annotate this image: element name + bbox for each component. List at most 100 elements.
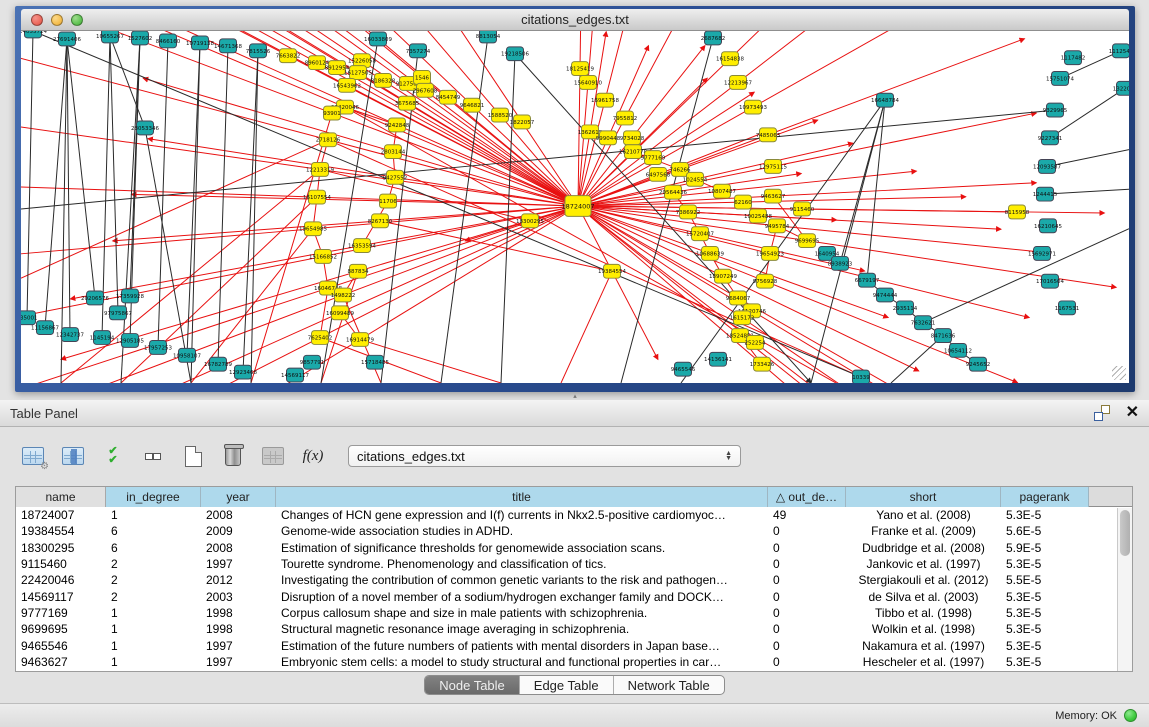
table-cell-pagerank[interactable]: 5.9E-5 (1001, 541, 1089, 555)
graph-node-yellow[interactable]: 7625402 (308, 331, 332, 345)
column-header-year[interactable]: year (201, 487, 276, 507)
table-cell-title[interactable]: Structural magnetic resonance image aver… (276, 622, 768, 636)
graph-node-teal[interactable]: 14136141 (704, 352, 732, 366)
table-cell-name[interactable]: 9699695 (16, 622, 106, 636)
table-cell-title[interactable]: Embryonic stem cells: a model to study s… (276, 655, 768, 669)
table-cell-year[interactable]: 1997 (201, 639, 276, 653)
table-cell-year[interactable]: 1998 (201, 622, 276, 636)
scrollbar-thumb[interactable] (1120, 510, 1130, 556)
graph-node-teal[interactable]: 10339 (852, 370, 870, 383)
graph-node-teal[interactable]: 7357274 (406, 44, 431, 58)
graph-node-teal[interactable]: 8471636 (931, 329, 956, 343)
graph-node-yellow[interactable]: 9463627 (761, 189, 785, 203)
graph-node-yellow[interactable]: 7955812 (613, 111, 637, 125)
tab-network-table[interactable]: Network Table (614, 676, 724, 694)
table-cell-in_degree[interactable]: 1 (106, 606, 201, 620)
table-cell-title[interactable]: Changes of HCN gene expression and I(f) … (276, 508, 768, 522)
table-cell-year[interactable]: 2012 (201, 573, 276, 587)
graph-node-teal[interactable]: 835001 (21, 311, 37, 325)
table-cell-name[interactable]: 19384554 (16, 524, 106, 538)
graph-node-teal[interactable]: 10719138 (186, 36, 214, 50)
vertical-scrollbar[interactable] (1117, 508, 1132, 672)
graph-node-teal[interactable]: 2935114 (893, 301, 918, 315)
table-cell-out_de[interactable]: 0 (768, 639, 846, 653)
graph-node-yellow[interactable]: 8267130 (368, 214, 393, 228)
graph-node-teal[interactable]: 20206576 (81, 291, 109, 305)
graph-node-yellow[interactable]: 12975115 (759, 160, 787, 174)
graph-node-yellow[interactable]: 7485063 (756, 128, 781, 142)
table-cell-short[interactable]: Yano et al. (2008) (846, 508, 1001, 522)
graph-node-yellow[interactable]: 3675685 (395, 96, 419, 110)
table-cell-in_degree[interactable]: 2 (106, 573, 201, 587)
select-all-icon[interactable]: ✔✔ (100, 443, 126, 469)
graph-node-teal[interactable]: 9245652 (966, 357, 990, 371)
column-header-short[interactable]: short (846, 487, 1001, 507)
table-row[interactable]: 1938455462009Genome-wide association stu… (16, 523, 1132, 539)
table-selector-dropdown[interactable]: citations_edges.txt ▲▼ (348, 445, 741, 467)
table-cell-in_degree[interactable]: 2 (106, 590, 201, 604)
table-cell-in_degree[interactable]: 1 (106, 508, 201, 522)
graph-node-yellow[interactable]: 16154838 (716, 52, 744, 66)
graph-node-teal[interactable]: 97975867 (104, 306, 132, 320)
graph-node-teal[interactable]: 27691406 (53, 32, 81, 46)
table-cell-name[interactable]: 9777169 (16, 606, 106, 620)
table-cell-title[interactable]: Estimation of the future numbers of pati… (276, 639, 768, 653)
function-builder-icon[interactable]: f(x) (300, 443, 326, 469)
graph-node-yellow[interactable]: 19384554 (598, 264, 626, 278)
table-cell-name[interactable]: 9115460 (16, 557, 106, 571)
column-header-pagerank[interactable]: pagerank (1001, 487, 1089, 507)
graph-node-teal[interactable]: 12093587 (1033, 160, 1061, 174)
table-row[interactable]: 1830029562008Estimation of significance … (16, 540, 1132, 556)
table-cell-name[interactable]: 22420046 (16, 573, 106, 587)
graph-node-teal[interactable]: 6679197 (855, 273, 879, 287)
table-cell-title[interactable]: Tourette syndrome. Phenomenology and cla… (276, 557, 768, 571)
graph-node-yellow[interactable]: 887834 (348, 264, 369, 278)
graph-node-yellow[interactable]: 12213967 (724, 75, 752, 89)
graph-node-yellow[interactable]: 1733426 (750, 357, 775, 371)
graph-node-yellow[interactable]: 16107554 (303, 190, 331, 204)
table-cell-in_degree[interactable]: 1 (106, 622, 201, 636)
table-cell-pagerank[interactable]: 5.3E-5 (1001, 606, 1089, 620)
graph-node-teal[interactable]: 7815526 (246, 44, 271, 58)
graph-node-teal[interactable]: 9329965 (1043, 103, 1067, 117)
graph-node-yellow[interactable]: 252254 (745, 336, 766, 350)
graph-node-teal[interactable]: 14055724 (21, 31, 47, 38)
table-cell-out_de[interactable]: 49 (768, 508, 846, 522)
table-cell-pagerank[interactable]: 5.3E-5 (1001, 655, 1089, 669)
graph-node-teal[interactable]: 1527602 (128, 31, 152, 45)
graph-node-teal[interactable]: 2687682 (701, 31, 725, 45)
table-row[interactable]: 946362711997Embryonic stem cells: a mode… (16, 654, 1132, 670)
table-cell-name[interactable]: 18300295 (16, 541, 106, 555)
table-cell-year[interactable]: 2009 (201, 524, 276, 538)
graph-node-teal[interactable]: 17957253 (144, 340, 172, 354)
table-cell-out_de[interactable]: 0 (768, 606, 846, 620)
column-header-name[interactable]: name (16, 487, 106, 507)
hub-node[interactable]: 18724007 (561, 196, 594, 217)
table-cell-in_degree[interactable]: 6 (106, 541, 201, 555)
graph-node-yellow[interactable]: 8186328 (371, 74, 396, 88)
table-cell-pagerank[interactable]: 5.3E-5 (1001, 639, 1089, 653)
graph-node-yellow[interactable]: 2803144 (381, 145, 406, 159)
graph-node-yellow[interactable]: 1822057 (510, 115, 534, 129)
table-cell-year[interactable]: 2008 (201, 508, 276, 522)
table-row[interactable]: 977716911998Corpus callosum shape and si… (16, 605, 1132, 621)
table-cell-year[interactable]: 1998 (201, 606, 276, 620)
graph-node-teal[interactable]: 9857791 (300, 355, 324, 369)
table-cell-out_de[interactable]: 0 (768, 590, 846, 604)
table-row[interactable]: 2242004622012Investigating the contribut… (16, 572, 1132, 588)
graph-node-teal[interactable]: 8938923 (828, 256, 853, 270)
table-cell-out_de[interactable]: 0 (768, 573, 846, 587)
graph-node-yellow[interactable]: 62160 (734, 195, 752, 209)
close-window-icon[interactable] (31, 14, 43, 26)
graph-node-teal[interactable]: 9227341 (1038, 131, 1062, 145)
graph-node-teal[interactable]: 7632621 (911, 316, 935, 330)
table-cell-title[interactable]: Investigating the contribution of common… (276, 573, 768, 587)
table-cell-pagerank[interactable]: 5.3E-5 (1001, 590, 1089, 604)
table-cell-in_degree[interactable]: 1 (106, 639, 201, 653)
graph-node-teal[interactable]: 14671368 (214, 39, 242, 53)
graph-node-teal[interactable]: 9474444 (873, 288, 898, 302)
graph-node-teal[interactable]: 1117482 (1061, 51, 1085, 65)
graph-node-teal[interactable]: 9465546 (671, 362, 696, 376)
table-cell-short[interactable]: Hescheler et al. (1997) (846, 655, 1001, 669)
graph-node-yellow[interactable]: 9734028 (620, 131, 645, 145)
